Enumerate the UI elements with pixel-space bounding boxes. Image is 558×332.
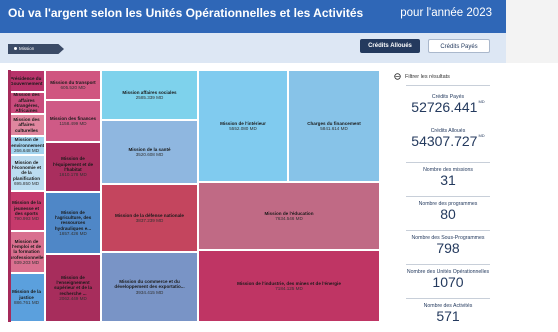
filter-label: Filtrer les résultats (405, 73, 450, 80)
bullet-icon (14, 47, 17, 51)
treemap-tile[interactable]: Mission de l'économie et de la planifica… (8, 155, 45, 191)
stat-value: 571 (436, 308, 460, 324)
treemap-tile[interactable]: Mission de l'industrie, des mines et de … (198, 250, 380, 322)
treemap-tile[interactable]: Mission des finances 1158.499 MD (45, 100, 101, 142)
divider (406, 85, 490, 86)
treemap-tile[interactable]: Mission de la défense nationale 3837.239 … (101, 184, 198, 252)
stat-value: 798 (436, 240, 460, 256)
divider (406, 162, 490, 163)
stat-value: 1070 (432, 274, 464, 290)
treemap-tile[interactable]: Mission de l'environnement 266.648 MD (8, 136, 45, 155)
stat-credits-payes: Crédits Payés 52726.441MD (388, 94, 508, 115)
credits-alloues-button[interactable]: Crédits Alloués (360, 39, 420, 53)
page-title: Où va l'argent selon les Unités Opératio… (8, 6, 364, 20)
treemap-tile[interactable]: Mission de l'emploi et de la formation p… (8, 231, 45, 273)
stat-missions: Nombre des missions 31 (388, 167, 508, 188)
stat-value: 52726.441MD (411, 99, 485, 115)
divider (406, 230, 490, 231)
stat-unites-operationnelles: Nombre des Unités Opérationnelles 1070 (388, 269, 508, 290)
window-edge (506, 0, 558, 63)
treemap-tile[interactable]: Mission de la justice 886.761 MD (8, 273, 45, 322)
treemap-tile[interactable]: Mission de l'agriculture, des ressources… (45, 192, 101, 254)
treemap-tile[interactable]: Mission des affaires étrangères, Africai… (8, 92, 45, 114)
treemap-tile[interactable]: Mission affaires sociales 2585.339 MD (101, 70, 198, 120)
treemap-tile[interactable]: Mission des affaires culturelles (8, 114, 45, 136)
treemap-tile[interactable]: Mission de la jeunesse et des sports 790.… (8, 191, 45, 231)
stat-programmes: Nombre des programmes 80 (388, 201, 508, 222)
filter-icon (394, 73, 401, 80)
divider (406, 264, 490, 265)
treemap-tile[interactable]: Mission de l'éducation 7634.546 MD (198, 182, 380, 250)
divider (406, 298, 490, 299)
treemap-tile[interactable]: Mission de l'équipement et de l'habitat 1… (45, 142, 101, 192)
stat-value: 31 (440, 172, 456, 188)
treemap-tile[interactable]: Charges du financement 5841.614 MD (288, 70, 380, 182)
treemap-tile[interactable]: Mission de la santé 3520.608 MD (101, 120, 198, 184)
credits-payes-button[interactable]: Crédits Payés (428, 39, 490, 53)
divider (406, 196, 490, 197)
treemap-tile[interactable]: Mission du commerce et du développement … (101, 252, 198, 322)
kpi-panel: Filtrer les résultats Crédits Payés 5272… (388, 70, 508, 332)
stat-activites: Nombre des Activités 571 (388, 303, 508, 324)
stat-value: 80 (440, 206, 456, 222)
filter-results-link[interactable]: Filtrer les résultats (394, 73, 450, 80)
treemap-tile[interactable]: Mission de l'enseignement supérieur et d… (45, 254, 101, 322)
year-label: pour l'année 2023 (400, 7, 492, 19)
filter-bar: Mission Crédits Alloués Crédits Payés (0, 33, 506, 63)
treemap-tile[interactable]: Présidence du Gouvernement (8, 70, 45, 92)
stat-sous-programmes: Nombre des Sous-Programmes 798 (388, 235, 508, 256)
stat-value: 54307.727MD (411, 133, 485, 149)
treemap-tile[interactable]: Mission du transport 605.520 MD (45, 70, 101, 100)
treemap: Présidence du Gouvernement Mission des a… (8, 70, 380, 322)
header-bar: Où va l'argent selon les Unités Opératio… (0, 0, 506, 33)
breadcrumb[interactable]: Mission (8, 44, 64, 54)
treemap-tile[interactable]: Mission de l'intérieur 5552.080 MD (198, 70, 288, 182)
breadcrumb-label: Mission (19, 46, 35, 51)
stat-credits-alloues: Crédits Alloués 54307.727MD (388, 128, 508, 149)
treemap-edge (8, 70, 11, 322)
